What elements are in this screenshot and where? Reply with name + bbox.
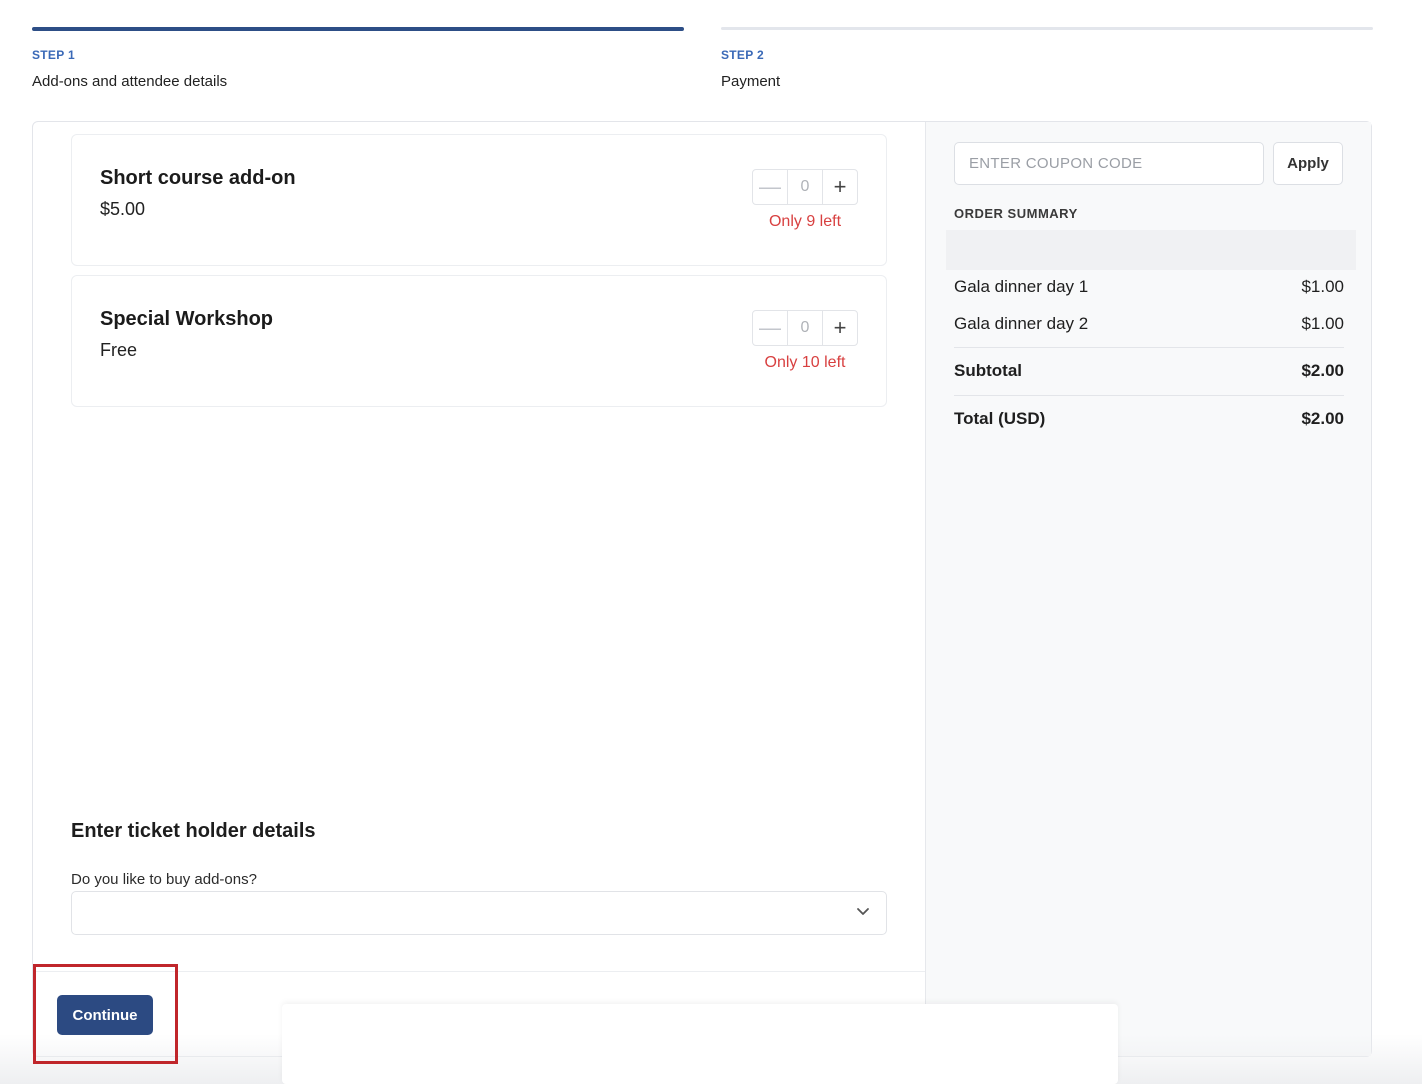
addons-select[interactable]: [71, 891, 887, 935]
continue-button[interactable]: Continue: [57, 995, 153, 1035]
addon-card: Short course add-on $5.00 — 0 + Only 9 l…: [71, 134, 887, 266]
item-name: Gala dinner day 1: [954, 277, 1089, 296]
step-2-title: Payment: [721, 73, 781, 90]
order-summary-panel: Apply ORDER SUMMARY Gala dinner day 1 $1…: [925, 122, 1371, 1056]
step-2-label: STEP 2: [721, 48, 764, 62]
order-summary-label: ORDER SUMMARY: [954, 206, 1078, 221]
addon-name: Special Workshop: [100, 308, 274, 330]
minus-icon: —: [759, 315, 781, 340]
addon-price: $5.00: [100, 199, 146, 219]
stock-warning: Only 10 left: [764, 354, 846, 371]
item-price: $1.00: [1301, 277, 1344, 296]
floating-panel: [282, 1004, 1118, 1084]
addon-price: Free: [100, 340, 138, 360]
addon-name: Short course add-on: [100, 167, 296, 189]
quantity-value[interactable]: 0: [787, 311, 822, 345]
total-row: Total (USD) $2.00: [954, 409, 1344, 429]
step-2-progress-bar: [721, 27, 1373, 30]
quantity-stepper: — 0 +: [752, 310, 858, 346]
subtotal-value: $2.00: [1301, 361, 1344, 380]
item-price: $1.00: [1301, 314, 1344, 333]
decrement-button[interactable]: —: [753, 311, 787, 345]
summary-line-item: Gala dinner day 1 $1.00: [954, 277, 1344, 297]
addons-column: Short course add-on $5.00 — 0 + Only 9 l…: [33, 122, 925, 1056]
chevron-down-icon: [857, 908, 869, 915]
apply-coupon-button[interactable]: Apply: [1273, 142, 1343, 185]
divider: [33, 971, 925, 972]
increment-button[interactable]: +: [822, 170, 857, 204]
step-1-label: STEP 1: [32, 48, 75, 62]
summary-header-band: [946, 230, 1356, 270]
decrement-button[interactable]: —: [753, 170, 787, 204]
summary-line-item: Gala dinner day 2 $1.00: [954, 314, 1344, 334]
subtotal-label: Subtotal: [954, 361, 1022, 380]
ticket-holder-heading: Enter ticket holder details: [71, 820, 316, 842]
increment-button[interactable]: +: [822, 311, 857, 345]
stock-warning: Only 9 left: [768, 213, 842, 230]
step-1-title: Add-ons and attendee details: [32, 73, 228, 90]
total-label: Total (USD): [954, 409, 1046, 428]
coupon-code-input[interactable]: [954, 142, 1264, 185]
plus-icon: +: [833, 315, 847, 340]
addon-card: Special Workshop Free — 0 + Only 10 left: [71, 275, 887, 407]
minus-icon: —: [759, 174, 781, 199]
checkout-card: Short course add-on $5.00 — 0 + Only 9 l…: [32, 121, 1372, 1057]
step-1-progress-bar: [32, 27, 684, 31]
plus-icon: +: [833, 174, 847, 199]
summary-divider: [954, 347, 1344, 348]
quantity-stepper: — 0 +: [752, 169, 858, 205]
summary-divider: [954, 395, 1344, 396]
subtotal-row: Subtotal $2.00: [954, 361, 1344, 381]
addons-question-label: Do you like to buy add-ons?: [71, 871, 257, 888]
quantity-value[interactable]: 0: [787, 170, 822, 204]
item-name: Gala dinner day 2: [954, 314, 1089, 333]
total-value: $2.00: [1301, 409, 1344, 428]
